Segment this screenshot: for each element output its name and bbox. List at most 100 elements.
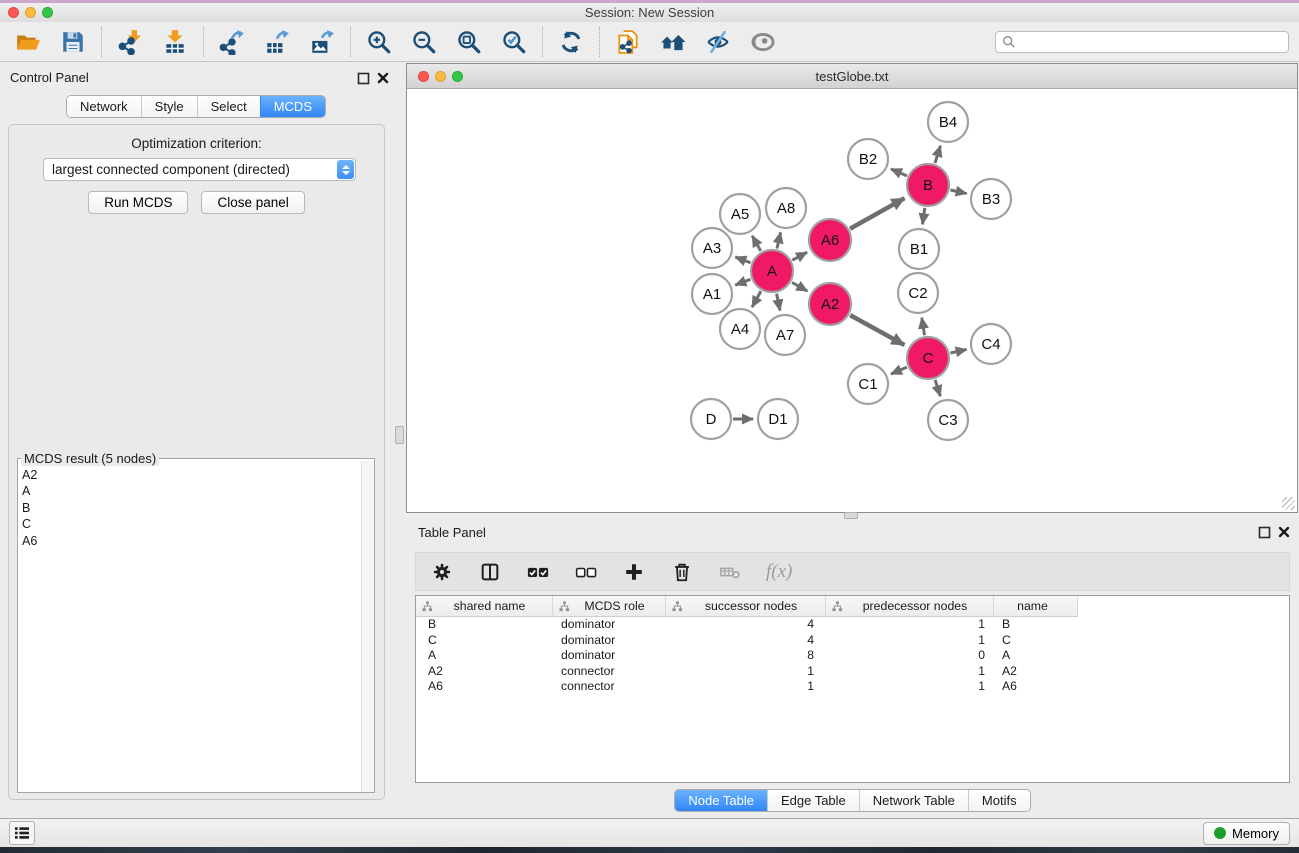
open-session-button[interactable] [14, 28, 42, 56]
table-cell[interactable]: A [994, 648, 1078, 664]
network-edge[interactable] [777, 232, 781, 248]
import-network-button[interactable] [116, 28, 144, 56]
column-header-successor-nodes[interactable]: successor nodes [666, 596, 826, 617]
close-panel-button[interactable]: Close panel [201, 191, 304, 214]
network-edge[interactable] [850, 315, 904, 345]
network-node[interactable]: A [751, 250, 793, 292]
delete-button[interactable] [670, 560, 694, 584]
mcds-result-scrollbar[interactable] [361, 461, 374, 792]
mcds-result-item[interactable]: A2 [22, 467, 357, 483]
network-edge[interactable] [922, 208, 924, 224]
table-cell[interactable]: 1 [826, 617, 994, 633]
table-cell[interactable]: 1 [826, 679, 994, 695]
hide-graphics-details-button[interactable] [704, 28, 732, 56]
table-row[interactable]: Bdominator41B [416, 617, 1289, 633]
table-cell[interactable]: 1 [666, 664, 826, 680]
network-edge[interactable] [735, 279, 750, 285]
network-edge[interactable] [950, 190, 966, 194]
table-panel-close-button[interactable] [1277, 526, 1290, 539]
network-node[interactable]: B1 [899, 229, 939, 269]
column-header-shared-name[interactable]: shared name [416, 596, 553, 617]
network-node[interactable]: A8 [766, 188, 806, 228]
network-edge[interactable] [792, 252, 807, 260]
table-panel-float-button[interactable] [1258, 526, 1271, 539]
import-table-button[interactable] [161, 28, 189, 56]
table-row[interactable]: Cdominator41C [416, 633, 1289, 649]
network-node[interactable]: C1 [848, 364, 888, 404]
network-node[interactable]: A6 [809, 219, 851, 261]
network-edge[interactable] [935, 380, 940, 396]
zoom-selected-button[interactable] [500, 28, 528, 56]
network-node[interactable]: D1 [758, 399, 798, 439]
table-cell[interactable]: A2 [994, 664, 1078, 680]
table-cell[interactable]: B [416, 617, 553, 633]
network-edge[interactable] [891, 169, 907, 176]
column-header-predecessor-nodes[interactable]: predecessor nodes [826, 596, 994, 617]
table-cell[interactable]: A2 [416, 664, 553, 680]
zoom-fit-button[interactable] [455, 28, 483, 56]
table-cell[interactable]: dominator [553, 633, 666, 649]
select-all-rows-button[interactable] [526, 560, 550, 584]
table-cell[interactable]: 4 [666, 633, 826, 649]
function-builder-button[interactable]: f(x) [766, 561, 792, 583]
table-cell[interactable]: 1 [666, 679, 826, 695]
search-input[interactable] [1021, 34, 1282, 49]
mcds-result-item[interactable]: B [22, 500, 357, 516]
network-node[interactable]: B [907, 164, 949, 206]
network-edge[interactable] [777, 294, 780, 311]
table-row[interactable]: Adominator80A [416, 648, 1289, 664]
add-button[interactable] [622, 560, 646, 584]
network-node[interactable]: A1 [692, 274, 732, 314]
resize-grip[interactable] [1282, 497, 1295, 510]
table-cell[interactable]: 0 [826, 648, 994, 664]
mcds-result-item[interactable]: A6 [22, 533, 357, 549]
toggle-columns-button[interactable] [478, 560, 502, 584]
table-row[interactable]: A2connector11A2 [416, 664, 1289, 680]
save-session-button[interactable] [59, 28, 87, 56]
table-cell[interactable]: C [994, 633, 1078, 649]
control-panel-close-button[interactable] [376, 72, 389, 85]
network-edge[interactable] [935, 146, 940, 163]
network-edge[interactable] [735, 257, 750, 263]
zoom-in-button[interactable] [365, 28, 393, 56]
tab-mcds[interactable]: MCDS [260, 96, 325, 117]
network-canvas[interactable]: AA1A2A3A4A5A6A7A8BB1B2B3B4CC1C2C3C4DD1 [407, 90, 1297, 512]
table-cell[interactable]: B [994, 617, 1078, 633]
table-cell[interactable]: A6 [416, 679, 553, 695]
network-edge[interactable] [792, 282, 807, 291]
network-node[interactable]: C3 [928, 400, 968, 440]
network-edge[interactable] [752, 236, 761, 251]
tab-node-table[interactable]: Node Table [675, 790, 767, 811]
run-mcds-button[interactable]: Run MCDS [88, 191, 188, 214]
network-edge[interactable] [850, 198, 904, 229]
network-node[interactable]: B4 [928, 102, 968, 142]
control-panel-float-button[interactable] [357, 72, 370, 85]
tab-motifs[interactable]: Motifs [968, 790, 1030, 811]
home-button[interactable] [659, 28, 687, 56]
table-cell[interactable]: connector [553, 664, 666, 680]
memory-button[interactable]: Memory [1203, 822, 1290, 845]
column-header-mcds-role[interactable]: MCDS role [553, 596, 666, 617]
network-close-button[interactable] [418, 71, 429, 82]
table-row[interactable]: A6connector11A6 [416, 679, 1289, 695]
network-node[interactable]: B3 [971, 179, 1011, 219]
network-node[interactable]: A7 [765, 315, 805, 355]
zoom-out-button[interactable] [410, 28, 438, 56]
table-cell[interactable]: dominator [553, 648, 666, 664]
network-node[interactable]: C4 [971, 324, 1011, 364]
column-header-name[interactable]: name [994, 596, 1078, 617]
tab-style[interactable]: Style [141, 96, 197, 117]
table-settings-button[interactable] [430, 560, 454, 584]
tab-network[interactable]: Network [67, 96, 141, 117]
network-node[interactable]: A3 [692, 228, 732, 268]
network-window-titlebar[interactable]: testGlobe.txt [407, 64, 1297, 89]
criterion-select[interactable]: largest connected component (directed) [43, 158, 356, 181]
show-panels-list-button[interactable] [9, 821, 35, 845]
network-edge[interactable] [752, 291, 761, 307]
table-cell[interactable]: 8 [666, 648, 826, 664]
table-cell[interactable]: A [416, 648, 553, 664]
network-node[interactable]: A4 [720, 309, 760, 349]
horizontal-split-handle[interactable] [844, 512, 858, 519]
network-node[interactable]: A5 [720, 194, 760, 234]
network-node[interactable]: A2 [809, 283, 851, 325]
